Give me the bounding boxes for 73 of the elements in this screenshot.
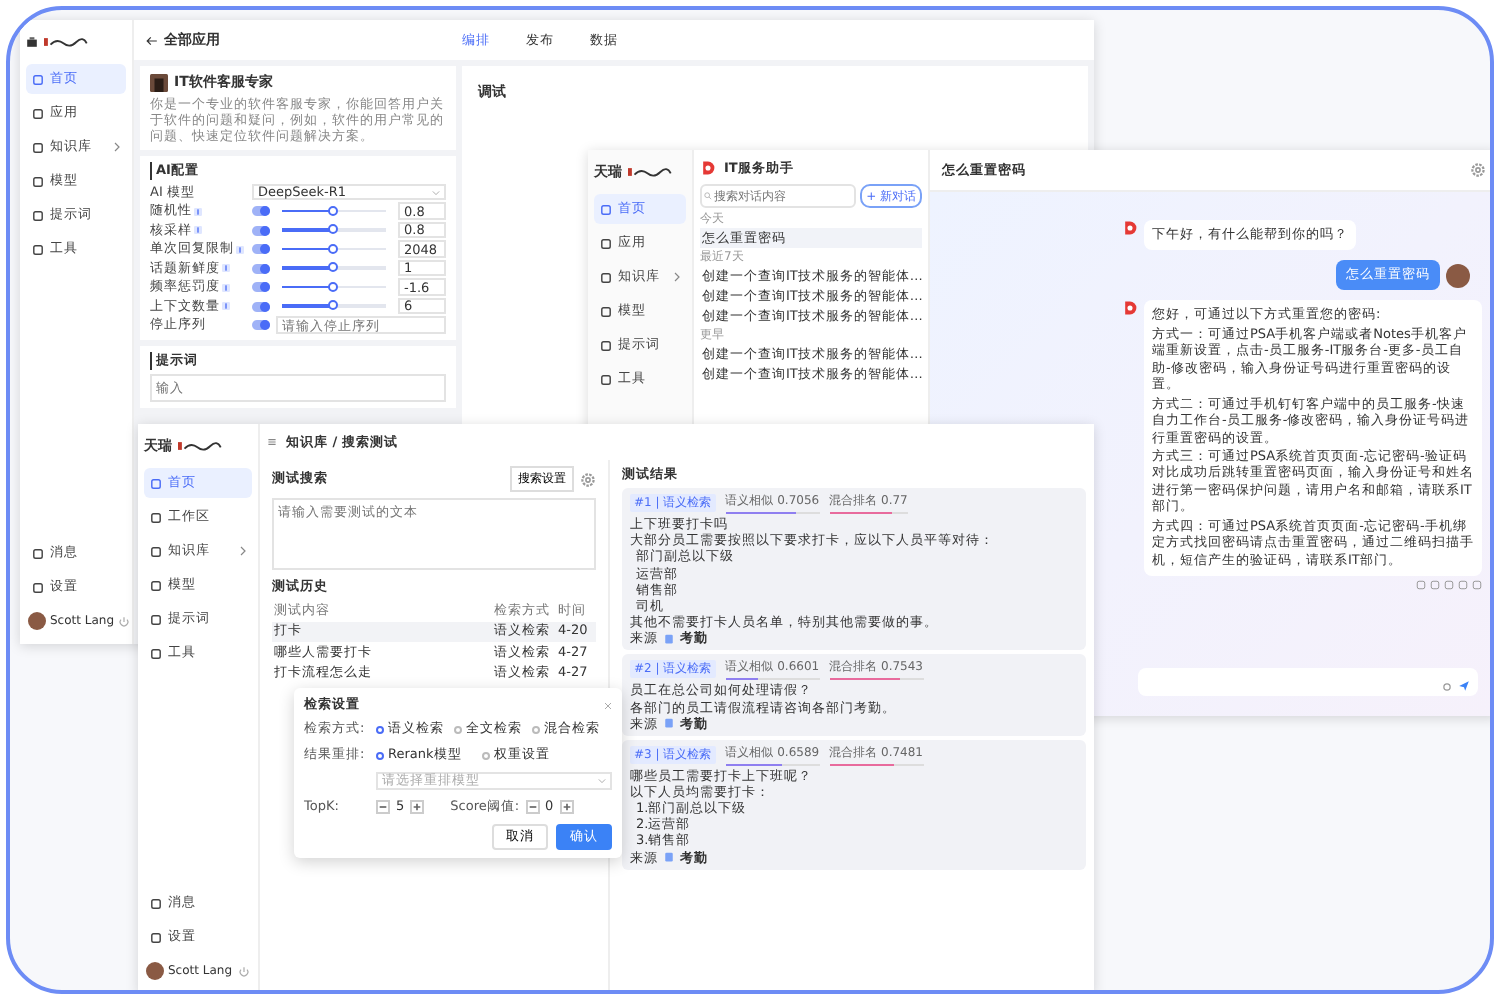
radio-button[interactable] bbox=[376, 725, 384, 733]
toggle-switch[interactable] bbox=[252, 320, 270, 331]
message-input[interactable] bbox=[1138, 668, 1478, 696]
minus-button[interactable] bbox=[525, 799, 540, 813]
info-icon bbox=[222, 264, 230, 273]
menu-icon[interactable] bbox=[266, 436, 278, 448]
settings-icon[interactable] bbox=[1442, 682, 1452, 692]
square-icon bbox=[32, 107, 44, 119]
square-icon bbox=[600, 305, 612, 317]
square-icon bbox=[150, 545, 162, 557]
info-icon bbox=[222, 283, 230, 292]
square-icon bbox=[600, 339, 612, 351]
back-arrow-icon[interactable] bbox=[146, 35, 158, 45]
radio-button[interactable] bbox=[532, 725, 540, 733]
square-icon bbox=[150, 931, 162, 943]
toggle-switch[interactable] bbox=[252, 263, 270, 274]
info-icon bbox=[194, 226, 202, 235]
minus-button[interactable] bbox=[376, 799, 390, 813]
square-icon bbox=[32, 581, 44, 593]
square-icon bbox=[600, 237, 612, 249]
logo-icon bbox=[178, 440, 222, 452]
settings-icon[interactable] bbox=[580, 471, 596, 487]
square-icon bbox=[600, 271, 612, 283]
radio-button[interactable] bbox=[454, 725, 462, 733]
square-icon bbox=[150, 579, 162, 591]
square-icon bbox=[32, 141, 44, 153]
app-avatar-icon bbox=[150, 73, 168, 91]
plus-button[interactable] bbox=[559, 799, 574, 813]
square-icon bbox=[150, 897, 162, 909]
toggle-switch[interactable] bbox=[252, 301, 270, 312]
info-icon bbox=[194, 207, 202, 216]
avatar[interactable] bbox=[146, 962, 164, 980]
plus-icon bbox=[561, 801, 572, 811]
square-icon bbox=[600, 203, 612, 215]
avatar[interactable] bbox=[28, 612, 46, 630]
square-icon bbox=[150, 511, 162, 523]
info-icon bbox=[236, 245, 244, 254]
toggle-switch[interactable] bbox=[252, 206, 270, 217]
minus-icon bbox=[527, 801, 538, 811]
square-icon bbox=[150, 613, 162, 625]
square-icon bbox=[150, 477, 162, 489]
logo-icon bbox=[628, 166, 672, 178]
file-icon bbox=[664, 852, 674, 863]
plus-button[interactable] bbox=[410, 799, 425, 813]
bot-logo-icon bbox=[1122, 220, 1138, 236]
toggle-switch[interactable] bbox=[252, 282, 270, 293]
square-icon bbox=[150, 647, 162, 659]
square-icon bbox=[32, 243, 44, 255]
toggle-switch[interactable] bbox=[252, 225, 270, 236]
info-icon bbox=[222, 302, 230, 311]
power-icon[interactable] bbox=[238, 965, 250, 977]
radio-button[interactable] bbox=[482, 751, 490, 759]
toggle-switch[interactable] bbox=[252, 244, 270, 255]
logo-icon bbox=[44, 36, 88, 48]
avatar bbox=[1446, 263, 1470, 288]
plus-icon bbox=[412, 801, 423, 811]
file-icon bbox=[664, 718, 674, 729]
bot-logo-icon bbox=[1122, 300, 1138, 317]
send-icon[interactable] bbox=[1458, 680, 1470, 692]
radio-button[interactable] bbox=[376, 751, 384, 759]
minus-icon bbox=[378, 801, 388, 811]
square-icon bbox=[32, 73, 44, 85]
square-icon bbox=[32, 175, 44, 187]
square-icon bbox=[32, 209, 44, 221]
square-icon bbox=[600, 373, 612, 385]
settings-icon[interactable] bbox=[1470, 162, 1486, 178]
square-icon bbox=[32, 547, 44, 559]
search-icon bbox=[704, 192, 712, 200]
close-icon[interactable] bbox=[604, 701, 612, 709]
bot-logo-icon bbox=[700, 160, 716, 176]
file-icon bbox=[664, 633, 674, 644]
app-icon bbox=[26, 36, 38, 48]
power-icon[interactable] bbox=[118, 615, 131, 627]
